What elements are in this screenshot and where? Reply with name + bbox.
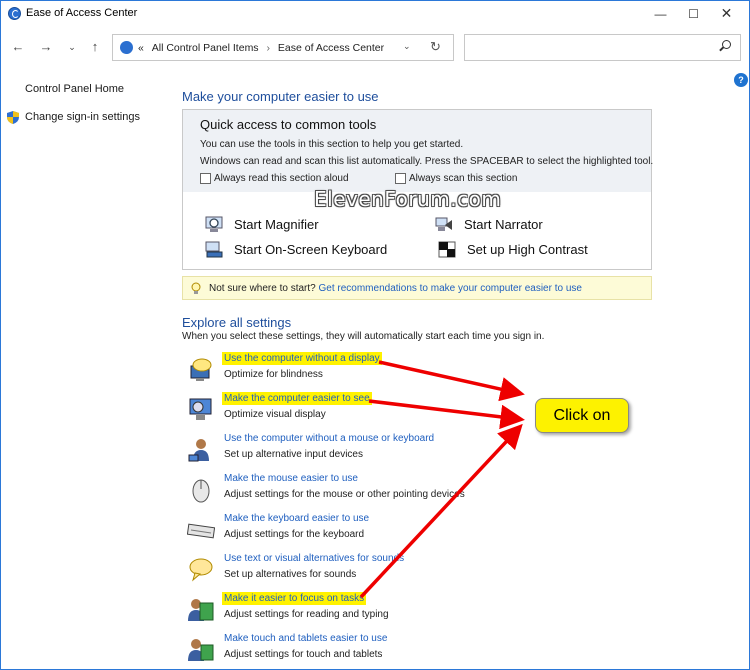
window-title: Ease of Access Center	[26, 7, 138, 19]
quick-access-title: Quick access to common tools	[200, 117, 377, 132]
window: Ease of Access Center — ☐ ✕ ← → ⌄ ↑ « Al…	[0, 0, 750, 670]
refresh-icon[interactable]: ↻	[430, 39, 441, 55]
explore-settings-heading: Explore all settings	[182, 315, 292, 330]
focus-tasks-desc: Adjust settings for reading and typing	[224, 609, 389, 620]
sound-alternatives-link[interactable]: Use text or visual alternatives for soun…	[224, 553, 404, 564]
setup-high-contrast-button[interactable]: Set up High Contrast	[438, 241, 588, 258]
setting-item-without-display: Use the computer without a display Optim…	[187, 352, 707, 387]
search-icon[interactable]	[722, 40, 731, 49]
setup-high-contrast-label: Set up High Contrast	[467, 242, 588, 257]
lightbulb-icon	[191, 282, 201, 294]
read-aloud-checkbox[interactable]: Always read this section aloud	[200, 173, 349, 184]
address-dropdown-chevron-icon[interactable]: ⌄	[403, 41, 411, 52]
control-panel-home-link[interactable]: Control Panel Home	[25, 83, 124, 95]
control-panel-icon	[120, 41, 133, 54]
start-magnifier-button[interactable]: Start Magnifier	[205, 216, 319, 233]
touch-tablets-desc: Adjust settings for touch and tablets	[224, 649, 383, 660]
uac-shield-icon	[7, 111, 19, 124]
minimize-button[interactable]: —	[644, 1, 677, 26]
mouse-easier-desc: Adjust settings for the mouse or other p…	[224, 489, 465, 500]
focus-tasks-link[interactable]: Make it easier to focus on tasks	[222, 592, 367, 605]
recent-locations-chevron-icon[interactable]: ⌄	[63, 42, 81, 53]
start-onscreen-keyboard-label: Start On-Screen Keyboard	[234, 242, 388, 257]
setting-item-touch-tablets: Make touch and tablets easier to use Adj…	[187, 633, 707, 667]
change-signin-settings-link[interactable]: Change sign-in settings	[25, 111, 140, 123]
mouse-easier-link[interactable]: Make the mouse easier to use	[224, 473, 358, 484]
keyboard-icon	[205, 241, 223, 258]
mouse-icon	[192, 479, 210, 503]
breadcrumb-separator[interactable]: ›	[266, 42, 270, 54]
back-arrow-icon[interactable]: ←	[9, 39, 27, 54]
checkbox-box[interactable]	[200, 173, 211, 184]
hint-text-line: Not sure where to start? Get recommendat…	[209, 283, 582, 294]
magnifier-icon	[205, 216, 223, 232]
without-mouse-keyboard-link[interactable]: Use the computer without a mouse or keyb…	[224, 433, 434, 444]
person-tablet-icon	[188, 639, 214, 661]
start-magnifier-label: Start Magnifier	[234, 217, 319, 232]
keyboard-icon	[187, 523, 215, 539]
quick-access-intro: You can use the tools in this section to…	[200, 139, 464, 150]
watermark: ElevenForum.com	[314, 187, 502, 211]
breadcrumb: « All Control Panel Items › Ease of Acce…	[138, 42, 384, 54]
setting-item-mouse: Make the mouse easier to use Adjust sett…	[187, 473, 707, 507]
title-bar: Ease of Access Center — ☐ ✕	[1, 1, 749, 26]
page-title: Make your computer easier to use	[182, 89, 379, 104]
scan-section-label: Always scan this section	[409, 173, 518, 184]
read-aloud-label: Always read this section aloud	[214, 173, 349, 184]
navigation-bar: ← → ⌄ ↑ « All Control Panel Items › Ease…	[1, 26, 749, 70]
checkbox-box[interactable]	[395, 173, 406, 184]
start-narrator-button[interactable]: Start Narrator	[435, 216, 543, 233]
search-input[interactable]	[464, 34, 741, 61]
without-display-link[interactable]: Use the computer without a display	[222, 352, 382, 365]
help-icon[interactable]: ?	[734, 73, 748, 87]
keyboard-easier-desc: Adjust settings for the keyboard	[224, 529, 365, 540]
explore-settings-subtitle: When you select these settings, they wil…	[182, 331, 545, 342]
sound-alternatives-desc: Set up alternatives for sounds	[224, 569, 357, 580]
without-mouse-keyboard-desc: Set up alternative input devices	[224, 449, 363, 460]
close-button[interactable]: ✕	[710, 1, 743, 26]
scan-section-checkbox[interactable]: Always scan this section	[395, 173, 517, 184]
up-arrow-icon[interactable]: ↑	[86, 39, 104, 54]
touch-tablets-link[interactable]: Make touch and tablets easier to use	[224, 633, 387, 644]
quick-access-header: Quick access to common tools You can use…	[183, 110, 654, 192]
person-icon	[188, 439, 209, 462]
speech-bubble-icon	[189, 558, 213, 582]
click-on-callout: Click on	[535, 398, 629, 433]
setting-item-easier-to-see: Make the computer easier to see Optimize…	[187, 392, 707, 427]
get-recommendations-link[interactable]: Get recommendations to make your compute…	[319, 283, 582, 294]
keyboard-easier-link[interactable]: Make the keyboard easier to use	[224, 513, 369, 524]
contrast-icon	[438, 241, 456, 258]
quick-access-scan-note: Windows can read and scan this list auto…	[200, 156, 654, 167]
setting-item-sounds: Use text or visual alternatives for soun…	[187, 553, 707, 587]
address-bar[interactable]: « All Control Panel Items › Ease of Acce…	[112, 34, 454, 61]
without-display-desc: Optimize for blindness	[224, 369, 323, 380]
ease-of-access-icon	[8, 7, 21, 20]
forward-arrow-icon[interactable]: →	[37, 39, 55, 54]
recommendations-hint: Not sure where to start? Get recommendat…	[182, 276, 652, 300]
start-narrator-label: Start Narrator	[464, 217, 543, 232]
speech-bubble-monitor-icon	[190, 358, 212, 381]
easier-to-see-desc: Optimize visual display	[224, 409, 326, 420]
breadcrumb-overflow[interactable]: «	[138, 42, 144, 54]
setting-item-without-mouse-keyboard: Use the computer without a mouse or keyb…	[187, 433, 707, 467]
left-pane: Control Panel Home Change sign-in settin…	[1, 71, 171, 669]
start-onscreen-keyboard-button[interactable]: Start On-Screen Keyboard	[205, 241, 387, 258]
maximize-button[interactable]: ☐	[677, 1, 710, 26]
setting-item-keyboard: Make the keyboard easier to use Adjust s…	[187, 513, 707, 547]
narrator-icon	[435, 217, 452, 231]
setting-item-focus-tasks: Make it easier to focus on tasks Adjust …	[187, 592, 707, 627]
easier-to-see-link[interactable]: Make the computer easier to see	[222, 392, 372, 405]
hint-text: Not sure where to start?	[209, 283, 316, 294]
monitor-icon	[189, 398, 212, 420]
person-book-icon	[188, 599, 214, 621]
breadcrumb-current[interactable]: Ease of Access Center	[278, 42, 384, 54]
breadcrumb-all-items[interactable]: All Control Panel Items	[152, 42, 259, 54]
